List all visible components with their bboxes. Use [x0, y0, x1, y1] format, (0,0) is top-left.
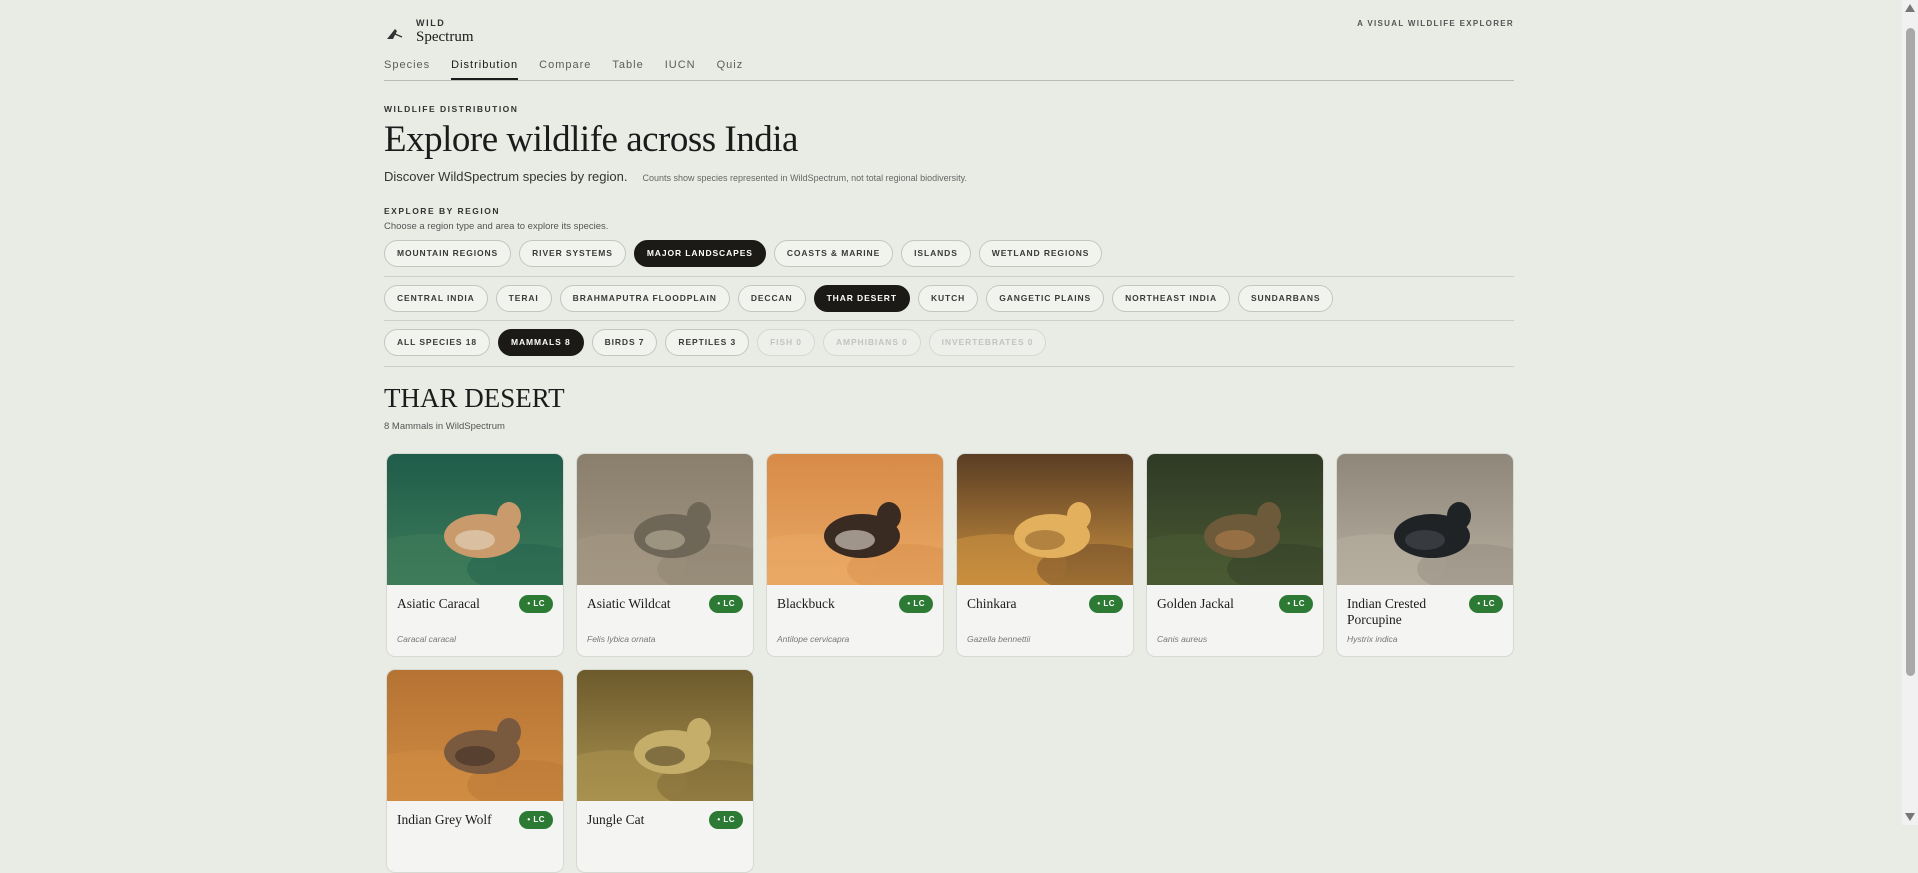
explore-help: Choose a region type and area to explore…	[384, 221, 609, 232]
species-card[interactable]: Indian Grey Wolf • LC	[386, 669, 564, 873]
divider	[384, 366, 1514, 367]
region-count: 8 Mammals in WildSpectrum	[384, 421, 505, 432]
scientific-name: Gazella bennettii	[967, 634, 1031, 644]
species-card[interactable]: Asiatic Caracal • LC Caracal caracal	[386, 453, 564, 657]
filter-chip-reptiles-3[interactable]: REPTILES 3	[665, 329, 750, 356]
hero-lead: Discover WildSpectrum species by region.	[384, 169, 628, 184]
iucn-status-badge: • LC	[1279, 595, 1313, 613]
species-card[interactable]: Asiatic Wildcat • LC Felis lybica ornata	[576, 453, 754, 657]
scrollbar[interactable]	[1902, 0, 1918, 825]
area-chip-central-india[interactable]: CENTRAL INDIA	[384, 285, 488, 312]
species-photo	[387, 670, 563, 801]
species-card[interactable]: Golden Jackal • LC Canis aureus	[1146, 453, 1324, 657]
scroll-up-arrow-icon[interactable]	[1905, 4, 1915, 12]
species-photo	[1147, 454, 1323, 585]
filter-chip-invertebrates-0: INVERTEBRATES 0	[928, 329, 1047, 356]
tab-table[interactable]: Table	[612, 59, 643, 79]
species-photo	[577, 670, 753, 801]
iucn-status-badge: • LC	[709, 595, 743, 613]
class-filter-chips: ALL SPECIES 18 MAMMALS 8 BIRDS 7 REPTILES 3…	[384, 329, 1047, 356]
divider	[384, 276, 1514, 277]
species-name: Jungle Cat	[587, 812, 645, 827]
species-photo	[767, 454, 943, 585]
brand-small: WILD	[416, 18, 446, 28]
region-type-chip-islands[interactable]: ISLANDS	[901, 240, 971, 267]
brand-text: WILD Spectrum	[416, 18, 474, 46]
species-photo	[577, 454, 753, 585]
scroll-down-arrow-icon[interactable]	[1905, 813, 1915, 821]
scientific-name: Antilope cervicapra	[777, 634, 850, 644]
bird-logo-icon	[387, 29, 403, 39]
area-chip-deccan[interactable]: DECCAN	[737, 285, 806, 312]
tab-iucn[interactable]: IUCN	[665, 59, 696, 79]
tab-quiz[interactable]: Quiz	[717, 59, 744, 79]
region-type-chips: MOUNTAIN REGIONS RIVER SYSTEMS MAJOR LANDS…	[384, 240, 1103, 267]
area-chip-terai[interactable]: TERAI	[495, 285, 552, 312]
species-card[interactable]: Blackbuck • LC Antilope cervicapra	[766, 453, 944, 657]
species-name: Blackbuck	[777, 596, 835, 611]
hero-subline: Discover WildSpectrum species by region.…	[384, 169, 967, 184]
filter-chip-all-species-18[interactable]: ALL SPECIES 18	[384, 329, 490, 356]
species-card[interactable]: Jungle Cat • LC	[576, 669, 754, 873]
region-type-chip-river-systems[interactable]: RIVER SYSTEMS	[519, 240, 626, 267]
species-name: Golden Jackal	[1157, 596, 1234, 611]
filter-chip-mammals-8[interactable]: MAMMALS 8	[498, 329, 584, 356]
iucn-status-badge: • LC	[709, 811, 743, 829]
hero-eyebrow: WILDLIFE DISTRIBUTION	[384, 104, 519, 114]
main-nav: Species Distribution Compare Table IUCN Quiz	[384, 59, 1514, 81]
brand-name: Spectrum	[416, 29, 474, 45]
region-type-chip-wetland-regions[interactable]: WETLAND REGIONS	[978, 240, 1103, 267]
species-name: Asiatic Wildcat	[587, 596, 671, 611]
area-chip-gangetic-plains[interactable]: GANGETIC PLAINS	[986, 285, 1105, 312]
region-type-chip-coasts-marine[interactable]: COASTS & MARINE	[773, 240, 894, 267]
scientific-name: Hystrix indica	[1347, 634, 1398, 644]
region-type-chip-major-landscapes[interactable]: MAJOR LANDSCAPES	[633, 240, 766, 267]
hero-note: Counts show species represented in WildS…	[642, 173, 967, 183]
region-type-chip-mountain-regions[interactable]: MOUNTAIN REGIONS	[384, 240, 512, 267]
species-card[interactable]: Indian Crested Porcupine • LC Hystrix indi…	[1336, 453, 1514, 657]
iucn-status-badge: • LC	[519, 595, 553, 613]
region-title: THAR DESERT	[384, 383, 565, 413]
page-title: Explore wildlife across India	[384, 119, 798, 160]
area-chip-kutch[interactable]: KUTCH	[917, 285, 979, 312]
tab-species[interactable]: Species	[384, 59, 430, 79]
tagline: A VISUAL WILDLIFE EXPLORER	[1357, 19, 1514, 28]
area-chip-brahmaputra-floodplain[interactable]: BRAHMAPUTRA FLOODPLAIN	[559, 285, 730, 312]
scroll-thumb[interactable]	[1906, 28, 1915, 676]
species-name: Indian Crested Porcupine	[1347, 596, 1427, 627]
iucn-status-badge: • LC	[1089, 595, 1123, 613]
filter-chip-amphibians-0: AMPHIBIANS 0	[822, 329, 921, 356]
species-photo	[1337, 454, 1513, 585]
brand-logo[interactable]: WILD Spectrum	[384, 18, 474, 46]
filter-chip-fish-0: FISH 0	[757, 329, 815, 356]
tab-compare[interactable]: Compare	[539, 59, 591, 79]
species-card[interactable]: Chinkara • LC Gazella bennettii	[956, 453, 1134, 657]
species-name: Indian Grey Wolf	[397, 812, 492, 827]
area-chip-sundarbans[interactable]: SUNDARBANS	[1237, 285, 1334, 312]
iucn-status-badge: • LC	[899, 595, 933, 613]
filter-chip-birds-7[interactable]: BIRDS 7	[591, 329, 658, 356]
scientific-name: Canis aureus	[1157, 634, 1208, 644]
iucn-status-badge: • LC	[1469, 595, 1503, 613]
tab-distribution[interactable]: Distribution	[451, 59, 519, 80]
explore-label: EXPLORE BY REGION	[384, 206, 501, 216]
area-chip-northeast-india[interactable]: NORTHEAST INDIA	[1112, 285, 1230, 312]
iucn-status-badge: • LC	[519, 811, 553, 829]
species-photo	[957, 454, 1133, 585]
species-photo	[387, 454, 563, 585]
area-chip-thar-desert[interactable]: THAR DESERT	[813, 285, 910, 312]
scientific-name: Felis lybica ornata	[587, 634, 656, 644]
species-name: Asiatic Caracal	[397, 596, 480, 611]
scientific-name: Caracal caracal	[397, 634, 457, 644]
species-name: Chinkara	[967, 596, 1017, 611]
divider	[384, 320, 1514, 321]
area-chips: CENTRAL INDIA TERAI BRAHMAPUTRA FLOODPLAIN…	[384, 285, 1334, 312]
